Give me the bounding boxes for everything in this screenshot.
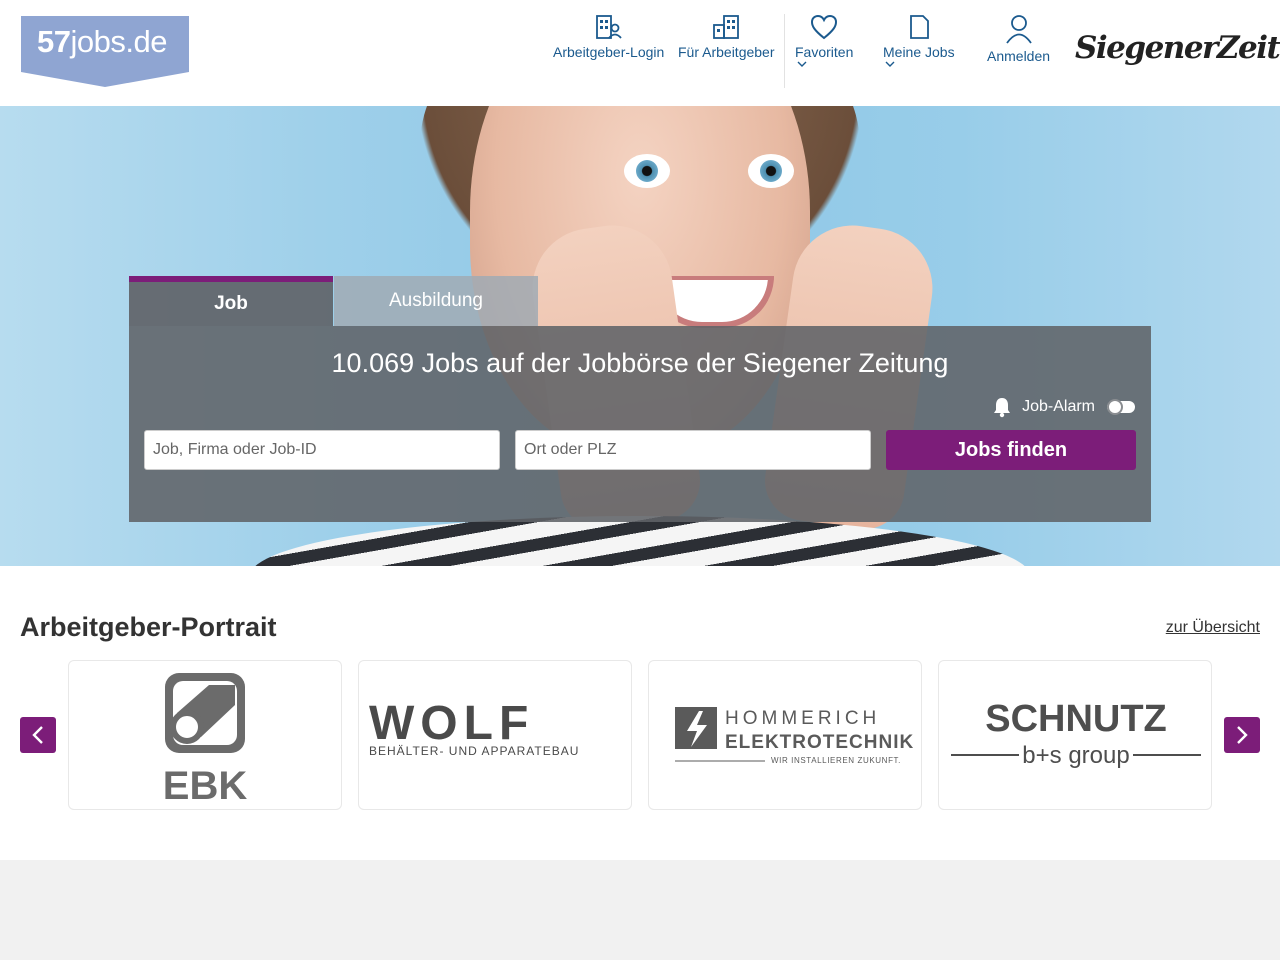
siegener-zeitung-logo[interactable]: SiegenerZeitung <box>1075 30 1280 66</box>
employer-portraits-section: Arbeitgeber-Portrait zur Übersicht EBK W… <box>0 566 1280 860</box>
overview-link[interactable]: zur Übersicht <box>1166 619 1260 637</box>
job-alarm[interactable]: Job-Alarm <box>992 396 1135 418</box>
hero-photo-eye-right <box>748 154 794 188</box>
job-alarm-label: Job-Alarm <box>1022 398 1095 415</box>
tab-job[interactable]: Job <box>129 276 333 326</box>
ebk-logo-text: EBK <box>163 764 248 808</box>
hommerich-logo-tagline: WIR INSTALLIEREN ZUKUNFT. <box>771 756 901 765</box>
hommerich-logo-top: HOMMERICH <box>725 708 880 729</box>
user-icon <box>1005 15 1032 44</box>
document-icon <box>909 15 929 39</box>
wolf-logo: WOLF BEHÄLTER- UND APPARATEBAU <box>369 697 579 758</box>
nav-divider <box>784 14 785 88</box>
nav-login[interactable]: Anmelden <box>987 14 1050 64</box>
what-input[interactable] <box>144 430 500 470</box>
find-jobs-button[interactable]: Jobs finden <box>886 430 1136 470</box>
hero-banner: Job Ausbildung 10.069 Jobs auf der Jobbö… <box>0 106 1280 566</box>
search-panel: 10.069 Jobs auf der Jobbörse der Siegene… <box>129 326 1151 522</box>
nav-favorites[interactable]: Favoriten <box>795 14 853 68</box>
carousel-prev-button[interactable] <box>20 717 56 753</box>
chevron-down-icon <box>885 61 895 67</box>
wolf-logo-tagline: BEHÄLTER- UND APPARATEBAU <box>369 744 579 758</box>
nav-for-employers-label: Für Arbeitgeber <box>678 44 775 60</box>
site-logo[interactable]: 57jobs.de <box>21 16 189 87</box>
nav-employer-login-label: Arbeitgeber-Login <box>553 44 665 60</box>
nav-favorites-label: Favoriten <box>795 44 853 68</box>
site-header: 57jobs.de Arbeitgeber-Login Für Arbeitge… <box>0 0 1280 106</box>
building-icon <box>713 15 740 39</box>
chevron-down-icon <box>797 61 807 67</box>
logo-text: 57jobs.de <box>37 24 167 59</box>
section-title: Arbeitgeber-Portrait <box>20 612 277 642</box>
search-title: 10.069 Jobs auf der Jobbörse der Siegene… <box>331 348 949 378</box>
nav-employer-login[interactable]: Arbeitgeber-Login <box>553 14 664 60</box>
hommerich-logo: HOMMERICH ELEKTROTECHNIK WIR INSTALLIERE… <box>675 707 914 765</box>
hero-photo-shirt <box>250 516 1030 566</box>
nav-for-employers[interactable]: Für Arbeitgeber <box>678 14 775 60</box>
schnutz-logo-text: SCHNUTZ <box>985 698 1167 740</box>
employer-card-wolf[interactable]: WOLF BEHÄLTER- UND APPARATEBAU <box>358 660 632 810</box>
chevron-left-icon <box>32 726 43 744</box>
nav-login-label: Anmelden <box>987 48 1051 64</box>
hero-photo-eye-left <box>624 154 670 188</box>
employer-login-icon <box>595 15 622 39</box>
bell-icon <box>994 398 1011 418</box>
hommerich-logo-bottom: ELEKTROTECHNIK <box>725 732 914 753</box>
employer-card-schnutz[interactable]: SCHNUTZ b+s group <box>938 660 1212 810</box>
chevron-right-icon <box>1237 726 1248 744</box>
tab-ausbildung[interactable]: Ausbildung <box>334 276 538 326</box>
where-input[interactable] <box>515 430 871 470</box>
schnutz-logo: SCHNUTZ b+s group <box>951 698 1201 769</box>
nav-my-jobs[interactable]: Meine Jobs <box>883 14 955 68</box>
heart-icon <box>811 14 838 40</box>
schnutz-logo-tagline: b+s group <box>1022 742 1129 769</box>
search-tabs: Job Ausbildung <box>129 276 538 326</box>
employer-card-hommerich[interactable]: HOMMERICH ELEKTROTECHNIK WIR INSTALLIERE… <box>648 660 922 810</box>
page-footer-area <box>0 860 1280 960</box>
employer-card-ebk[interactable]: EBK <box>68 660 342 810</box>
ebk-logo: EBK <box>163 673 248 808</box>
carousel-next-button[interactable] <box>1224 717 1260 753</box>
job-alarm-toggle[interactable] <box>1107 399 1135 415</box>
nav-my-jobs-label: Meine Jobs <box>883 44 955 68</box>
wolf-logo-text: WOLF <box>369 697 534 750</box>
